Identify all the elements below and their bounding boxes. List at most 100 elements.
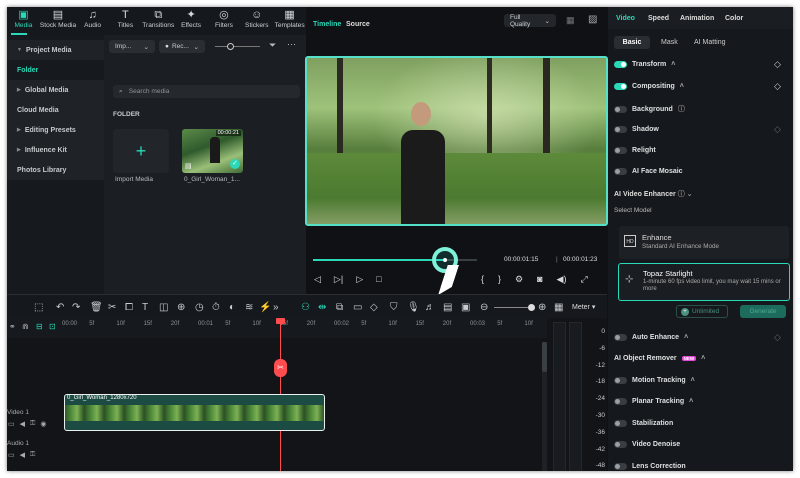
zoom-in-icon[interactable]: ⊕ (538, 302, 546, 313)
relight-toggle[interactable] (614, 147, 627, 154)
filter-icon[interactable]: ⏷ (269, 40, 276, 51)
ai-icon[interactable]: ⚡ (259, 302, 271, 313)
unlimited-button[interactable]: + Unlimited (676, 305, 728, 318)
speed-icon[interactable]: ◷ (195, 302, 204, 313)
adjust-icon[interactable]: ≋ (245, 302, 253, 313)
row-ai-face-mosaic[interactable]: AI Face Mosaic (614, 168, 683, 175)
keyframe-icon[interactable]: ◇ (774, 332, 781, 343)
ai-face-mosaic-toggle[interactable] (614, 168, 627, 175)
toolbar-audio[interactable]: ♫ Audio (76, 7, 109, 35)
tab-color[interactable]: Color (725, 15, 743, 22)
volume-icon[interactable]: ◀) (557, 274, 567, 285)
more-icon[interactable]: ⋯ (287, 39, 296, 50)
shadow-toggle[interactable] (614, 126, 627, 133)
timer-icon[interactable]: ⏱ (212, 302, 220, 313)
sidebar-item-folder[interactable]: Folder (7, 60, 104, 80)
keyframe-icon[interactable]: ◇ (370, 302, 378, 313)
crop-icon[interactable]: ⧠ (125, 302, 133, 313)
stop-icon[interactable]: □ (376, 274, 381, 285)
snapshot-icon[interactable]: ◙ (537, 274, 542, 285)
auto-enhance-toggle[interactable] (614, 334, 627, 341)
planar-tracking-toggle[interactable] (614, 398, 627, 405)
row-auto-enhance[interactable]: Auto Enhance ˄ (614, 334, 688, 341)
tab-source[interactable]: Source (346, 21, 370, 28)
keyframe-icon[interactable]: ◇ (774, 124, 781, 135)
row-transform[interactable]: Transform ˄ (614, 61, 675, 68)
audio-effect-icon[interactable]: ♬ (425, 302, 435, 313)
mark-in-icon[interactable]: { (481, 274, 484, 285)
sidebar-item-cloud-media[interactable]: Cloud Media (7, 100, 104, 120)
mark-out-icon[interactable]: } (498, 274, 501, 285)
delete-icon[interactable]: 🗑︎ (90, 302, 103, 313)
speaker-icon[interactable]: ◀ (20, 451, 25, 459)
row-ai-object-remover[interactable]: AI Object Remover NEW ˄ (614, 355, 705, 362)
row-stabilization[interactable]: Stabilization (614, 420, 673, 427)
toolbar-effects[interactable]: ✦ Effects (175, 7, 208, 35)
ripple-icon[interactable]: ⊡ (49, 322, 56, 331)
model-topaz-card[interactable]: ⊹ Topaz Starlight 1-minute 60 fps video … (618, 263, 790, 301)
keyframe-icon[interactable]: ◇ (774, 59, 781, 70)
sidebar-item-project-media[interactable]: ▼ Project Media (7, 40, 104, 60)
sidebar-item-editing-presets[interactable]: ▶ Editing Presets (7, 120, 104, 140)
video-preview[interactable] (305, 56, 608, 226)
grid-icon[interactable]: ▦ (566, 15, 575, 26)
zoom-out-icon[interactable]: ⊖ (480, 302, 488, 313)
subtab-basic[interactable]: Basic (614, 36, 650, 49)
sidebar-item-photos-library[interactable]: Photos Library (7, 160, 104, 180)
background-toggle[interactable] (614, 105, 627, 113)
sidebar-item-global-media[interactable]: ▶ Global Media (7, 80, 104, 100)
toolbar-titles[interactable]: T Titles (109, 7, 142, 35)
folder-icon[interactable]: ▭ (8, 420, 15, 428)
render-icon[interactable]: ⧉ (336, 302, 343, 313)
link-icon[interactable]: ⚭ (9, 322, 16, 331)
ai-copilot-icon[interactable]: ⚇ (301, 302, 310, 313)
mask-icon[interactable]: ◫ (159, 302, 168, 313)
shield-icon[interactable]: ⛉ (390, 302, 398, 313)
fit-icon[interactable]: ▣ (461, 302, 470, 313)
zoom-slider[interactable] (215, 43, 260, 50)
stabilization-toggle[interactable] (614, 420, 627, 427)
magnet-icon[interactable]: ⋒ (22, 322, 29, 331)
undo-icon[interactable]: ↶ (56, 302, 64, 313)
toolbar-stickers[interactable]: ☺ Stickers (240, 7, 273, 35)
settings-icon[interactable]: ⚙ (515, 274, 523, 285)
row-motion-tracking[interactable]: Motion Tracking ˄ (614, 377, 695, 384)
model-enhance-card[interactable]: HD Enhance Standard AI Enhance Mode (619, 226, 789, 259)
tab-timeline[interactable]: Timeline (313, 21, 341, 28)
grid-view-icon[interactable]: ▦ (554, 302, 563, 313)
eye-icon[interactable]: ◉ (40, 420, 46, 428)
playhead-cut-icon[interactable]: ✂ (274, 359, 287, 377)
split-icon[interactable]: ⇹ (318, 302, 326, 313)
snap-icon[interactable]: ⊟ (36, 322, 43, 331)
timeline-zoom-slider[interactable] (494, 304, 535, 311)
redo-icon[interactable]: ↷ (72, 302, 80, 313)
meter-dropdown[interactable]: Meter ▾ (572, 303, 595, 311)
media-clip-thumbnail[interactable]: 00:00:21 ✓ ▤ (182, 129, 243, 173)
select-tool-icon[interactable]: ⬚ (34, 302, 43, 313)
generate-button[interactable]: Generate (740, 305, 786, 318)
subtab-ai-matting[interactable]: AI Matting (694, 39, 726, 46)
fullscreen-icon[interactable]: ⤢ (580, 274, 587, 285)
row-relight[interactable]: Relight (614, 147, 656, 154)
subtab-mask[interactable]: Mask (661, 39, 678, 46)
folder-icon[interactable]: ▭ (8, 451, 15, 459)
toolbar-media[interactable]: ▣ Media (7, 7, 40, 35)
tab-video[interactable]: Video (616, 15, 635, 22)
text-icon[interactable]: T (142, 302, 148, 313)
toolbar-templates[interactable]: ▦ Templates (273, 7, 306, 35)
tab-speed[interactable]: Speed (648, 15, 669, 22)
row-background[interactable]: Background ⓘ (614, 104, 685, 114)
zoom-icon[interactable]: ⊕ (177, 302, 185, 313)
import-dropdown[interactable]: Imp... ⌄ (109, 40, 155, 53)
color-icon[interactable]: ◐ (229, 302, 235, 313)
toolbar-filters[interactable]: ◎ Filters (208, 7, 241, 35)
layers-icon[interactable]: ▤ (443, 302, 452, 313)
transform-toggle[interactable] (614, 61, 627, 68)
video-clip[interactable]: 0_Girl_Woman_1280x720 (64, 394, 325, 431)
row-lens-correction[interactable]: Lens Correction (614, 463, 686, 470)
playhead-head[interactable] (276, 318, 285, 324)
step-forward-icon[interactable]: ▷| (334, 274, 343, 285)
row-video-denoise[interactable]: Video Denoise (614, 441, 680, 448)
video-denoise-toggle[interactable] (614, 441, 627, 448)
lock-icon[interactable]: ⚿ (30, 451, 35, 459)
